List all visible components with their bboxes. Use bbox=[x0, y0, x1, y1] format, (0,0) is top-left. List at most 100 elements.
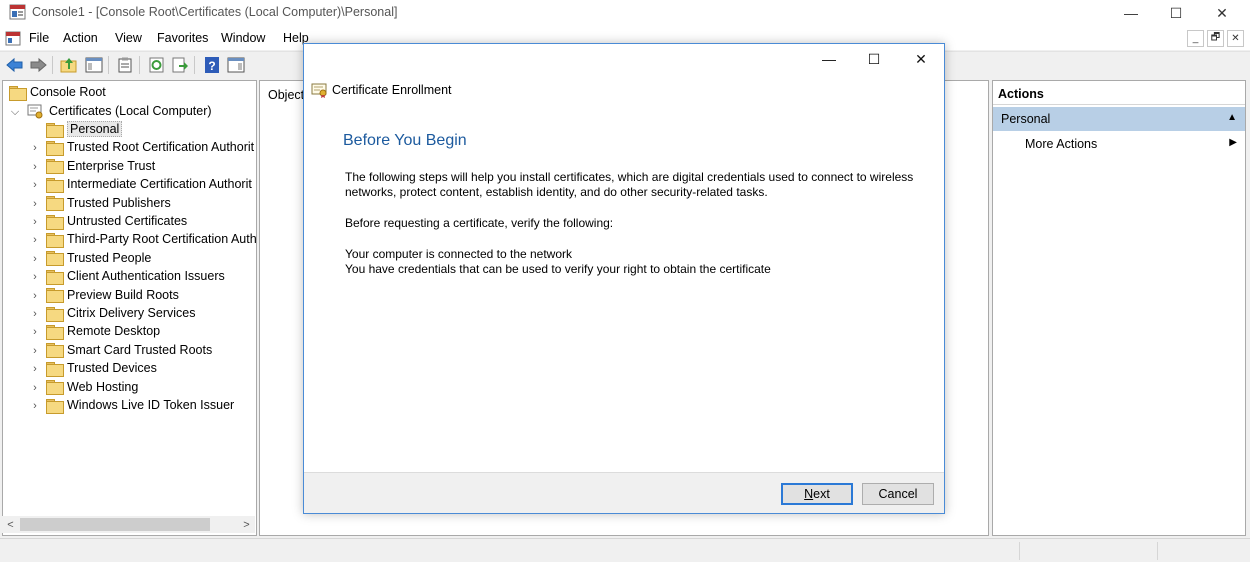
column-header-object[interactable]: Object bbox=[268, 88, 304, 102]
tree-node-store[interactable]: Trusted Publishers bbox=[46, 194, 171, 212]
properties-button[interactable] bbox=[115, 55, 135, 75]
folder-icon bbox=[46, 251, 64, 267]
menu-window[interactable]: Window bbox=[221, 31, 265, 45]
menu-favorites[interactable]: Favorites bbox=[157, 31, 208, 45]
folder-icon bbox=[46, 380, 64, 396]
page-heading: Before You Begin bbox=[343, 132, 467, 149]
tree-node-store[interactable]: Personal bbox=[46, 120, 123, 138]
tree-node-certificates[interactable]: Certificates (Local Computer) bbox=[27, 102, 212, 120]
tree-node-store[interactable]: Third-Party Root Certification Auth bbox=[46, 230, 256, 248]
folder-icon bbox=[46, 306, 64, 322]
dialog-minimize-button[interactable]: — bbox=[806, 44, 852, 74]
tree-node-store[interactable]: Citrix Delivery Services bbox=[46, 304, 196, 322]
tree-node-console-root[interactable]: Console Root bbox=[9, 83, 106, 101]
chevron-right-icon[interactable]: › bbox=[30, 253, 40, 265]
menu-action[interactable]: Action bbox=[63, 31, 98, 45]
chevron-right-icon[interactable]: › bbox=[30, 271, 40, 283]
tree-node-store[interactable]: Smart Card Trusted Roots bbox=[46, 341, 212, 359]
toolbar-separator bbox=[52, 56, 53, 74]
tree-node-store[interactable]: Trusted Root Certification Authorit bbox=[46, 138, 254, 156]
next-button-accelerator: N bbox=[804, 487, 814, 501]
folder-icon bbox=[46, 343, 64, 359]
chevron-right-icon[interactable]: › bbox=[30, 142, 40, 154]
help-button[interactable]: ? bbox=[202, 55, 222, 75]
help-icon: ? bbox=[205, 57, 219, 73]
tree-node-store[interactable]: Remote Desktop bbox=[46, 322, 160, 340]
close-icon: ✕ bbox=[1216, 4, 1228, 21]
show-hide-action-pane-icon bbox=[227, 57, 245, 73]
chevron-right-icon[interactable]: › bbox=[30, 382, 40, 394]
console-menu-icon[interactable] bbox=[5, 31, 21, 46]
scroll-right-icon[interactable]: > bbox=[238, 516, 255, 533]
chevron-right-icon[interactable]: › bbox=[30, 198, 40, 210]
close-icon: ✕ bbox=[915, 50, 927, 67]
tree-node-label: Certificates (Local Computer) bbox=[49, 104, 212, 118]
cancel-button-label: Cancel bbox=[878, 487, 918, 501]
mdi-restore-icon: 🗗 bbox=[1210, 32, 1221, 43]
tree-node-store[interactable]: Preview Build Roots bbox=[46, 286, 179, 304]
tree-horizontal-scrollbar[interactable]: < > bbox=[2, 516, 255, 533]
menu-view[interactable]: View bbox=[115, 31, 142, 45]
tree-node-store[interactable]: Enterprise Trust bbox=[46, 157, 155, 175]
show-hide-tree-button[interactable] bbox=[84, 55, 104, 75]
tree-node-label: Trusted Root Certification Authorit bbox=[67, 140, 255, 155]
tree-node-store[interactable]: Untrusted Certificates bbox=[46, 212, 187, 230]
chevron-right-icon[interactable]: › bbox=[30, 216, 40, 228]
forward-button[interactable] bbox=[28, 55, 48, 75]
folder-icon bbox=[46, 177, 64, 193]
cancel-button[interactable]: Cancel bbox=[862, 483, 934, 505]
refresh-icon bbox=[149, 57, 164, 73]
chevron-right-icon[interactable]: › bbox=[30, 290, 40, 302]
close-button[interactable]: ✕ bbox=[1199, 0, 1245, 26]
collapse-up-icon[interactable]: ▲ bbox=[1227, 112, 1237, 123]
chevron-right-icon[interactable]: › bbox=[30, 363, 40, 375]
tree-node-store[interactable]: Web Hosting bbox=[46, 378, 138, 396]
chevron-right-icon[interactable]: › bbox=[30, 234, 40, 246]
mdi-close-button[interactable]: ✕ bbox=[1227, 30, 1244, 47]
mdi-minimize-button[interactable]: _ bbox=[1187, 30, 1204, 47]
mdi-restore-button[interactable]: 🗗 bbox=[1207, 30, 1224, 47]
minimize-button[interactable]: — bbox=[1108, 0, 1154, 26]
chevron-right-icon[interactable]: › bbox=[30, 345, 40, 357]
tree-node-store[interactable]: Client Authentication Issuers bbox=[46, 267, 225, 285]
menu-file[interactable]: File bbox=[29, 31, 49, 45]
scrollbar-thumb[interactable] bbox=[20, 518, 210, 531]
folder-icon bbox=[46, 288, 64, 304]
scroll-left-icon[interactable]: < bbox=[2, 516, 19, 533]
console-tree-pane[interactable]: Console Root ⌵ Certificates (Local Compu… bbox=[2, 80, 257, 536]
dialog-maximize-button[interactable]: ☐ bbox=[851, 44, 897, 74]
chevron-down-icon[interactable]: ⌵ bbox=[10, 106, 20, 118]
back-icon bbox=[6, 57, 23, 73]
tree-node-store[interactable]: Trusted People bbox=[46, 249, 151, 267]
maximize-button[interactable]: ☐ bbox=[1153, 0, 1199, 26]
chevron-right-icon[interactable]: › bbox=[30, 179, 40, 191]
show-hide-tree-icon bbox=[85, 57, 103, 73]
chevron-right-icon[interactable]: › bbox=[30, 326, 40, 338]
maximize-icon: ☐ bbox=[1169, 4, 1183, 21]
mmc-app-icon bbox=[9, 4, 26, 20]
folder-icon bbox=[9, 85, 27, 101]
back-button[interactable] bbox=[5, 55, 25, 75]
chevron-right-icon[interactable]: › bbox=[30, 308, 40, 320]
tree-node-label: Enterprise Trust bbox=[67, 158, 156, 173]
tree-node-store[interactable]: Intermediate Certification Authorit bbox=[46, 175, 252, 193]
tree-node-store[interactable]: Windows Live ID Token Issuer bbox=[46, 396, 234, 414]
requirement-network: Your computer is connected to the networ… bbox=[345, 247, 573, 261]
chevron-right-icon[interactable]: › bbox=[30, 161, 40, 173]
up-one-level-button[interactable] bbox=[59, 55, 79, 75]
more-actions-item[interactable]: More Actions bbox=[1025, 137, 1097, 151]
title-bar: Console1 - [Console Root\Certificates (L… bbox=[0, 0, 1250, 26]
mdi-minimize-icon: _ bbox=[1192, 33, 1199, 44]
next-button[interactable]: Next bbox=[781, 483, 853, 505]
tree-node-store[interactable]: Trusted Devices bbox=[46, 359, 157, 377]
minimize-icon: — bbox=[1124, 5, 1138, 21]
show-hide-action-pane-button[interactable] bbox=[226, 55, 246, 75]
chevron-right-icon[interactable]: › bbox=[30, 400, 40, 412]
status-divider bbox=[1157, 542, 1158, 560]
dialog-footer: Next Cancel bbox=[304, 472, 944, 513]
tree-node-label: Preview Build Roots bbox=[67, 287, 179, 302]
export-list-button[interactable] bbox=[170, 55, 190, 75]
dialog-close-button[interactable]: ✕ bbox=[898, 44, 944, 74]
refresh-button[interactable] bbox=[147, 55, 167, 75]
actions-section-personal[interactable]: Personal ▲ bbox=[993, 107, 1245, 131]
